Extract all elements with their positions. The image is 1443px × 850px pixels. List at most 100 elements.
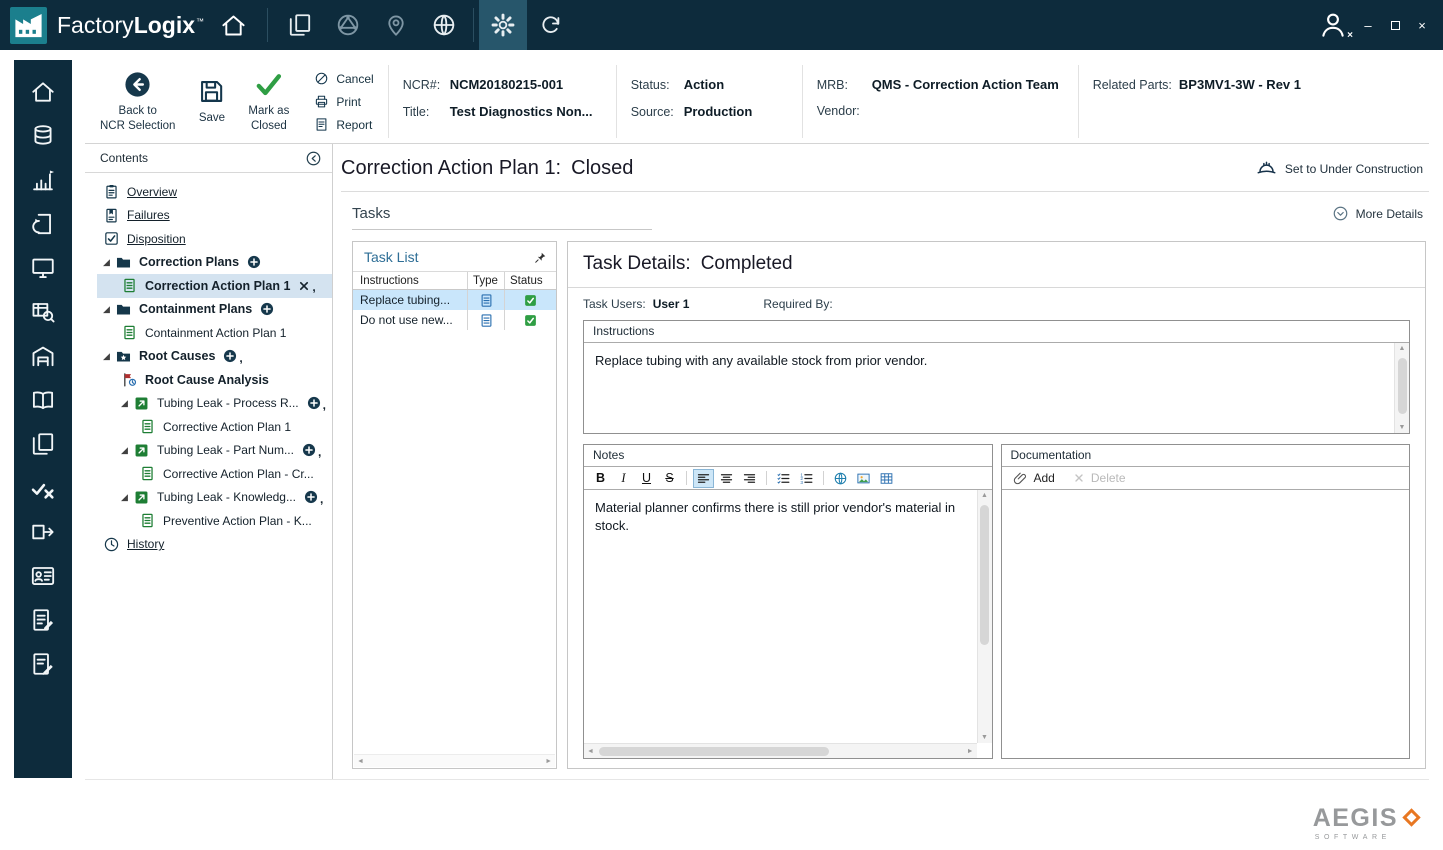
list-number-button[interactable]: 123: [796, 469, 817, 488]
tree-item-tubing-leak-process-r[interactable]: ◢Tubing Leak - Process R...,: [97, 392, 332, 416]
tree-item-correction-action-plan-1[interactable]: Correction Action Plan 1,: [97, 274, 332, 298]
format-italic-button[interactable]: I: [613, 469, 634, 488]
tree-item-preventive-action-plan-k[interactable]: Preventive Action Plan - K...: [97, 509, 332, 533]
tree-item-root-cause-analysis[interactable]: Root Cause Analysis: [97, 368, 332, 392]
format-bold-button[interactable]: B: [590, 469, 611, 488]
column-header-status[interactable]: Status: [504, 272, 556, 289]
task-row[interactable]: Replace tubing...: [353, 290, 556, 310]
list-check-button[interactable]: [773, 469, 794, 488]
minimize-button[interactable]: –: [1361, 18, 1375, 33]
scroll-thumb[interactable]: [1398, 358, 1407, 414]
settings-icon[interactable]: [479, 0, 527, 50]
data-lookup-icon[interactable]: [14, 290, 72, 334]
insert-table-button[interactable]: [876, 469, 897, 488]
print-button[interactable]: Print: [314, 94, 373, 109]
tree-item-corrective-action-plan-1[interactable]: Corrective Action Plan 1: [97, 415, 332, 439]
document-copy-icon[interactable]: [276, 0, 324, 50]
tree-expander-icon[interactable]: ◢: [121, 493, 133, 502]
delete-attachment-button[interactable]: Delete: [1073, 471, 1126, 485]
document-copy-icon[interactable]: [14, 422, 72, 466]
scroll-left-icon[interactable]: ◄: [357, 758, 364, 765]
cancel-button[interactable]: Cancel: [314, 71, 373, 86]
remove-plan-button[interactable]: [298, 280, 310, 292]
align-left-button[interactable]: [693, 469, 714, 488]
add-plan-button[interactable]: [247, 255, 261, 269]
scroll-thumb[interactable]: [599, 747, 829, 756]
user-account-icon[interactable]: ×: [1318, 10, 1348, 40]
scroll-right-icon[interactable]: ►: [967, 748, 974, 755]
tree-expander-icon[interactable]: ◢: [103, 352, 115, 361]
scroll-right-icon[interactable]: ►: [545, 758, 552, 765]
tree-item-tubing-leak-knowledg[interactable]: ◢Tubing Leak - Knowledg...,: [97, 486, 332, 510]
home-icon[interactable]: [14, 70, 72, 114]
scroll-up-icon[interactable]: ▲: [1399, 345, 1406, 352]
format-strikethrough-button[interactable]: S: [659, 469, 680, 488]
network-icon[interactable]: [324, 0, 372, 50]
add-plan-button[interactable]: [260, 302, 274, 316]
tasks-tab[interactable]: Tasks: [352, 205, 390, 222]
tree-item-tubing-leak-part-num[interactable]: ◢Tubing Leak - Part Num...,: [97, 439, 332, 463]
id-badge-icon[interactable]: [14, 554, 72, 598]
scroll-up-icon[interactable]: ▲: [981, 492, 988, 499]
insert-image-button[interactable]: [853, 469, 874, 488]
warehouse-icon[interactable]: [14, 334, 72, 378]
task-list-hscrollbar[interactable]: ◄►: [354, 754, 555, 767]
tree-item-containment-action-plan-1[interactable]: Containment Action Plan 1: [97, 321, 332, 345]
instructions-textarea[interactable]: Replace tubing with any available stock …: [584, 343, 1409, 433]
scroll-left-icon[interactable]: ◄: [587, 748, 594, 755]
sync-icon[interactable]: [527, 0, 575, 50]
tree-item-overview[interactable]: Overview: [97, 180, 332, 204]
document-compose-icon[interactable]: [14, 642, 72, 686]
tree-item-corrective-action-plan-cr[interactable]: Corrective Action Plan - Cr...: [97, 462, 332, 486]
web-icon[interactable]: [420, 0, 468, 50]
pin-icon[interactable]: [534, 251, 547, 264]
instructions-vscrollbar[interactable]: ▲▼: [1394, 343, 1409, 433]
tree-expander-icon[interactable]: ◢: [121, 446, 133, 455]
scroll-down-icon[interactable]: ▼: [1399, 424, 1406, 431]
mark-as-closed-button[interactable]: Mark asClosed: [237, 60, 300, 143]
tree-item-root-causes[interactable]: ◢Root Causes,: [97, 345, 332, 369]
production-planning-icon[interactable]: [14, 158, 72, 202]
close-button[interactable]: ×: [1415, 18, 1429, 33]
column-header-type[interactable]: Type: [467, 272, 504, 289]
maximize-button[interactable]: [1388, 18, 1402, 33]
notes-editor[interactable]: Material planner confirms there is still…: [584, 490, 992, 758]
revision-control-icon[interactable]: [14, 202, 72, 246]
column-header-instructions[interactable]: Instructions: [353, 275, 467, 287]
add-plan-button[interactable]: [307, 396, 321, 410]
tree-item-disposition[interactable]: Disposition: [97, 227, 332, 251]
location-icon[interactable]: [372, 0, 420, 50]
align-right-button[interactable]: [739, 469, 760, 488]
tree-item-failures[interactable]: Failures: [97, 204, 332, 228]
set-under-construction-button[interactable]: Set to Under Construction: [1256, 158, 1423, 179]
tree-item-history[interactable]: History: [97, 533, 332, 557]
process-monitor-icon[interactable]: [14, 246, 72, 290]
back-to-ncr-button[interactable]: Back toNCR Selection: [89, 60, 186, 143]
task-row[interactable]: Do not use new...: [353, 310, 556, 330]
insert-link-button[interactable]: [830, 469, 851, 488]
collapse-contents-icon[interactable]: [305, 150, 322, 167]
home-icon[interactable]: [220, 12, 247, 39]
quality-check-icon[interactable]: [14, 466, 72, 510]
scroll-thumb[interactable]: [980, 505, 989, 645]
tree-expander-icon[interactable]: ◢: [103, 258, 115, 267]
report-button[interactable]: Report: [314, 117, 373, 132]
tree-item-containment-plans[interactable]: ◢Containment Plans: [97, 298, 332, 322]
notes-vscrollbar[interactable]: ▲▼: [977, 490, 992, 743]
document-edit-icon[interactable]: [14, 598, 72, 642]
add-plan-button[interactable]: [304, 490, 318, 504]
tree-item-correction-plans[interactable]: ◢Correction Plans: [97, 251, 332, 275]
notes-hscrollbar[interactable]: ◄►: [584, 743, 977, 758]
material-transfer-icon[interactable]: [14, 510, 72, 554]
scroll-down-icon[interactable]: ▼: [981, 734, 988, 741]
add-plan-button[interactable]: [223, 349, 237, 363]
library-icon[interactable]: [14, 378, 72, 422]
add-plan-button[interactable]: [302, 443, 316, 457]
more-details-button[interactable]: More Details: [1332, 205, 1423, 222]
format-underline-button[interactable]: U: [636, 469, 657, 488]
tree-expander-icon[interactable]: ◢: [103, 305, 115, 314]
align-center-button[interactable]: [716, 469, 737, 488]
add-attachment-button[interactable]: Add: [1013, 471, 1055, 486]
save-button[interactable]: Save: [186, 60, 237, 143]
tree-expander-icon[interactable]: ◢: [121, 399, 133, 408]
